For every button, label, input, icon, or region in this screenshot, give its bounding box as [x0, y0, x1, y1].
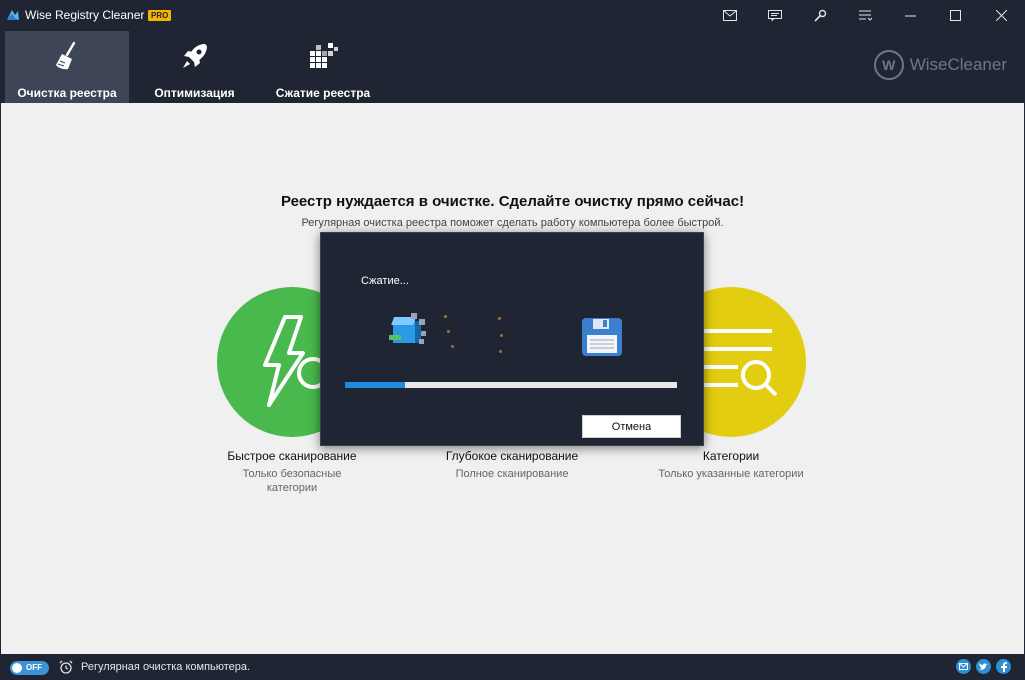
settings-button[interactable]	[798, 0, 842, 30]
maximize-icon	[949, 9, 961, 21]
category-scan-title: Категории	[702, 449, 760, 463]
tab-registry-defrag[interactable]: Сжатие реестра	[266, 31, 380, 103]
tab-registry-cleaner[interactable]: Очистка реестра	[5, 31, 129, 103]
rocket-icon	[182, 44, 207, 68]
transfer-particle	[498, 317, 501, 320]
close-icon	[995, 9, 1007, 21]
broom-icon	[56, 41, 76, 70]
fast-scan-desc-line2: категории	[266, 482, 318, 494]
fast-scan-title: Быстрое сканирование	[227, 449, 357, 463]
deep-scan-desc: Полное сканирование	[455, 468, 569, 480]
tab-optimization[interactable]: Оптимизация	[137, 31, 252, 103]
app-logo-icon	[7, 10, 19, 20]
menu-button[interactable]	[843, 0, 887, 30]
feedback-button[interactable]	[753, 0, 797, 30]
wisecleaner-brand[interactable]: W WiseCleaner	[873, 50, 1007, 80]
toggle-knob	[12, 663, 22, 673]
email-share-button[interactable]	[956, 659, 971, 674]
progress-fill	[345, 382, 405, 388]
transfer-particle	[500, 334, 503, 337]
settings-icon	[813, 9, 826, 22]
brand-name: WiseCleaner	[909, 55, 1007, 74]
deep-scan-title: Глубокое сканирование	[445, 449, 579, 463]
dialog-status-text: Сжатие...	[361, 275, 409, 287]
twitter-button[interactable]	[976, 659, 991, 674]
tab-label: Очистка реестра	[17, 86, 117, 100]
transfer-particle	[451, 345, 454, 348]
mail-button[interactable]	[708, 0, 752, 30]
compress-progress-dialog: Сжатие... Отмена	[320, 232, 704, 446]
maximize-button[interactable]	[933, 0, 977, 30]
minimize-icon	[904, 15, 916, 16]
close-button[interactable]	[979, 0, 1023, 30]
mail-icon	[723, 9, 737, 21]
title-bar: Wise Registry Cleaner X PRO	[0, 0, 1025, 30]
alarm-clock-icon[interactable]	[59, 660, 73, 674]
scheduled-cleaning-toggle[interactable]: OFF	[10, 661, 49, 675]
floppy-disk-icon	[582, 318, 622, 356]
category-scan-desc: Только указанные категории	[658, 468, 804, 480]
status-bar: OFF Регулярная очистка компьютера.	[0, 654, 1025, 680]
defrag-icon	[310, 43, 338, 68]
minimize-button[interactable]	[888, 0, 932, 30]
feedback-icon	[768, 9, 782, 21]
transfer-particle	[499, 350, 502, 353]
brand-logo-mark: W	[873, 50, 904, 80]
facebook-icon	[1000, 661, 1007, 672]
menu-icon	[859, 10, 872, 21]
status-text: Регулярная очистка компьютера.	[81, 661, 251, 673]
fast-scan-desc: Только безопасные	[242, 468, 342, 480]
transfer-particle	[444, 315, 447, 318]
twitter-icon	[979, 662, 988, 670]
toggle-label: OFF	[26, 663, 42, 672]
main-nav: Очистка реестра Оптимизация Сжатие реест…	[0, 30, 1025, 103]
tab-label: Оптимизация	[154, 86, 235, 100]
page-subline: Регулярная очистка реестра поможет сдела…	[301, 217, 724, 229]
tab-label: Сжатие реестра	[275, 86, 371, 100]
compress-progress-bar	[345, 382, 677, 388]
cancel-button[interactable]: Отмена	[582, 415, 681, 438]
email-icon	[959, 663, 968, 670]
facebook-button[interactable]	[996, 659, 1011, 674]
page-headline: Реестр нуждается в очистке. Сделайте очи…	[280, 193, 745, 210]
registry-cubes-icon	[389, 313, 426, 344]
transfer-particle	[447, 330, 450, 333]
app-title: Wise Registry Cleaner X	[25, 8, 156, 22]
pro-badge: PRO	[148, 10, 172, 21]
